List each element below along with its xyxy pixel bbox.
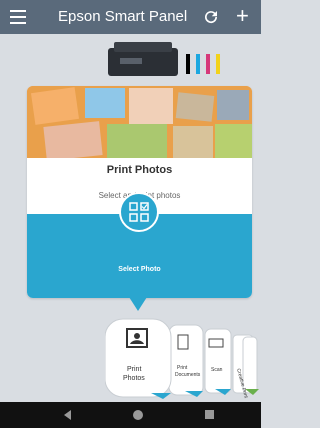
grid-select-icon: [129, 202, 149, 222]
carousel-label-print-docs-2: Documents: [175, 372, 201, 378]
photos-collage-image: [27, 86, 252, 158]
refresh-icon[interactable]: [202, 8, 220, 26]
ink-black-icon: [186, 54, 190, 74]
back-icon[interactable]: [64, 410, 71, 420]
ink-cyan-icon: [196, 54, 200, 74]
carousel-label-print-docs-1: Print: [177, 365, 188, 371]
carousel-item-creative[interactable]: Creative Print: [232, 334, 259, 399]
app-bar: Epson Smart Panel +: [0, 0, 261, 34]
card-pointer: [129, 297, 147, 311]
recent-apps-icon[interactable]: [205, 410, 214, 419]
app-title: Epson Smart Panel: [58, 8, 188, 25]
carousel-label-print-photos-2: Photos: [123, 375, 145, 382]
function-carousel[interactable]: Creative Print Scan Print Documents Prin…: [105, 313, 261, 401]
carousel-item-print-documents[interactable]: Print Documents: [168, 324, 204, 397]
ink-magenta-icon: [206, 54, 210, 74]
add-icon[interactable]: +: [236, 5, 249, 27]
system-nav-bar: [0, 402, 261, 428]
carousel-label-print-photos-1: Print: [127, 366, 141, 373]
carousel-item-print-photos[interactable]: Print Photos: [105, 318, 172, 399]
carousel-item-scan[interactable]: Scan: [204, 328, 232, 395]
home-icon[interactable]: [133, 410, 143, 420]
printer-image[interactable]: [104, 38, 234, 78]
select-photo-label[interactable]: Select Photo: [27, 266, 252, 273]
select-photo-button[interactable]: [119, 192, 159, 232]
ink-yellow-icon: [216, 54, 220, 74]
menu-icon[interactable]: [10, 10, 26, 24]
carousel-label-scan: Scan: [211, 367, 223, 373]
card-title: Print Photos: [106, 164, 173, 176]
print-photos-card: Print Photos Select and print photos Sel…: [27, 86, 252, 298]
